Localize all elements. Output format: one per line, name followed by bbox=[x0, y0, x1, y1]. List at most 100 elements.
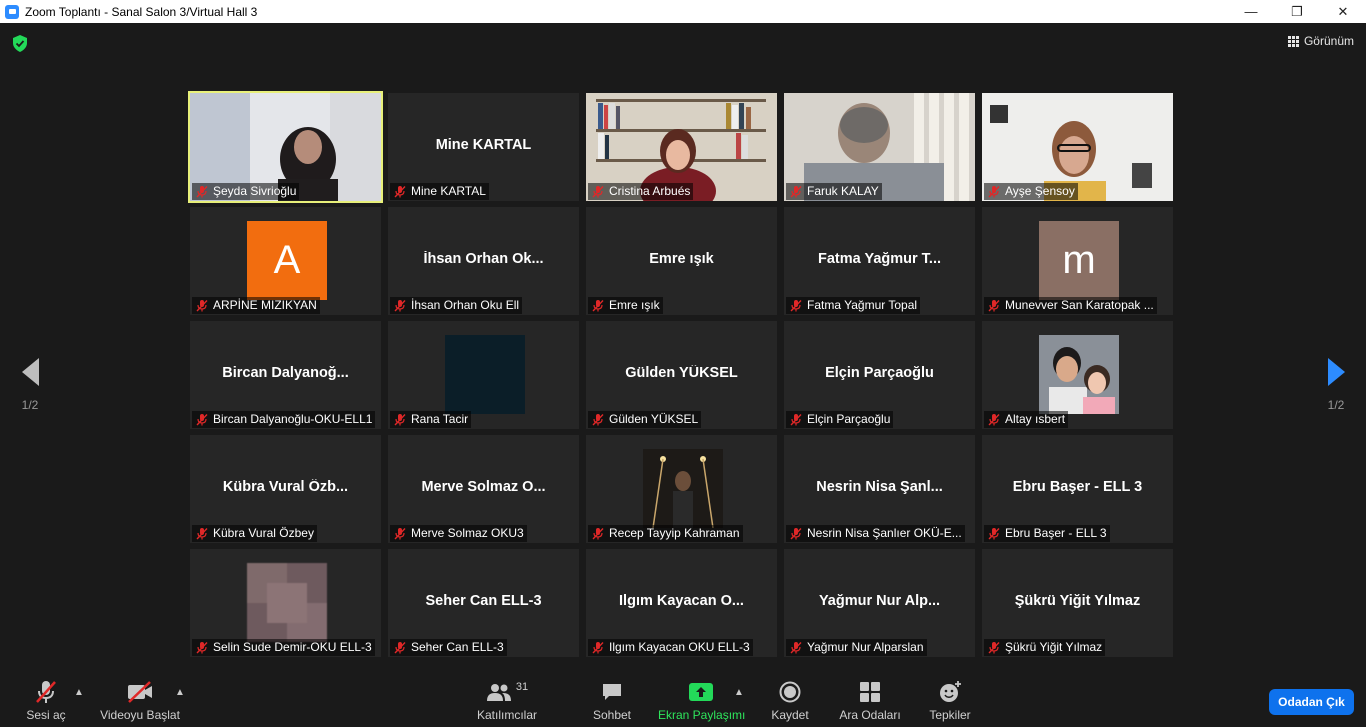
participant-tile[interactable]: Kübra Vural Özb... Kübra Vural Özbey bbox=[190, 435, 381, 543]
participant-tile[interactable]: A ARPİNE MIZIKYAN bbox=[190, 207, 381, 315]
meeting-toolbar: Sesi aç ▲ Videoyu Başlat ▲ 31 Katılımcıl… bbox=[0, 663, 1366, 727]
breakout-rooms-button[interactable]: Ara Odaları bbox=[836, 678, 904, 722]
participant-name-label: Mine KARTAL bbox=[390, 183, 489, 200]
participant-tile[interactable]: Şeyda Sivrioğlu bbox=[188, 91, 383, 203]
chat-label: Sohbet bbox=[592, 708, 632, 722]
participant-tile[interactable]: Yağmur Nur Alp... Yağmur Nur Alparslan bbox=[784, 549, 975, 657]
record-label: Kaydet bbox=[771, 708, 809, 722]
participants-button[interactable]: 31 Katılımcılar bbox=[474, 678, 540, 722]
reactions-emoji-icon bbox=[940, 681, 961, 702]
participant-name: Faruk KALAY bbox=[807, 184, 879, 198]
participant-tile[interactable]: Mine KARTAL Mine KARTAL bbox=[388, 93, 579, 201]
mic-muted-icon bbox=[987, 185, 1001, 198]
participant-name-label: Bircan Dalyanoğlu-OKU-ELL1 bbox=[192, 411, 376, 428]
video-options-caret-icon[interactable]: ▲ bbox=[175, 687, 185, 698]
unmute-button[interactable]: Sesi aç bbox=[24, 678, 68, 722]
mic-muted-icon bbox=[195, 527, 209, 540]
maximize-button[interactable]: ❐ bbox=[1274, 0, 1320, 23]
mic-muted-icon bbox=[591, 413, 605, 426]
gallery-grid: Şeyda Sivrioğlu Mine KARTAL Mine KARTAL Cri… bbox=[188, 91, 1176, 658]
prev-page-button[interactable]: 1/2 bbox=[10, 358, 50, 412]
participant-name-label: Rana Tacir bbox=[390, 411, 472, 428]
mic-muted-icon bbox=[393, 413, 407, 426]
participant-tile[interactable]: Nesrin Nisa Şanl... Nesrin Nisa Şanlıer O… bbox=[784, 435, 975, 543]
security-shield-icon[interactable] bbox=[12, 35, 28, 52]
participant-tile[interactable]: İhsan Orhan Ok... İhsan Orhan Oku Ell bbox=[388, 207, 579, 315]
participant-tile[interactable]: Şükrü Yiğit Yılmaz Şükrü Yiğit Yılmaz bbox=[982, 549, 1173, 657]
mic-muted-icon bbox=[591, 299, 605, 312]
view-label: Görünüm bbox=[1303, 34, 1354, 48]
participant-name-label: Ilgım Kayacan OKU ELL-3 bbox=[588, 639, 753, 656]
mic-muted-icon bbox=[987, 299, 1001, 312]
participant-name-label: Merve Solmaz OKU3 bbox=[390, 525, 527, 542]
leave-room-button[interactable]: Odadan Çık bbox=[1269, 689, 1354, 715]
participant-avatar: A bbox=[247, 221, 327, 300]
close-button[interactable]: ✕ bbox=[1320, 0, 1366, 23]
participant-name-label: Şükrü Yiğit Yılmaz bbox=[984, 639, 1106, 656]
participant-tile[interactable]: Rana Tacir bbox=[388, 321, 579, 429]
participant-tile[interactable]: Recep Tayyip Kahraman bbox=[586, 435, 777, 543]
participant-name: Ebru Başer - ELL 3 bbox=[1005, 526, 1107, 540]
mic-muted-icon bbox=[393, 527, 407, 540]
participant-tile[interactable]: Fatma Yağmur T... Fatma Yağmur Topal bbox=[784, 207, 975, 315]
participant-name-label: Selin Sude Demir-OKU ELL-3 bbox=[192, 639, 375, 656]
participant-name-label: Fatma Yağmur Topal bbox=[786, 297, 921, 314]
participant-name: Selin Sude Demir-OKU ELL-3 bbox=[213, 640, 372, 654]
participant-name-label: ARPİNE MIZIKYAN bbox=[192, 297, 320, 314]
mic-muted-icon bbox=[195, 185, 209, 198]
participant-name: Şükrü Yiğit Yılmaz bbox=[1005, 640, 1103, 654]
start-video-button[interactable]: Videoyu Başlat bbox=[100, 678, 180, 722]
audio-options-caret-icon[interactable]: ▲ bbox=[74, 687, 84, 698]
next-page-button[interactable]: 1/2 bbox=[1316, 358, 1356, 412]
record-icon bbox=[779, 681, 801, 703]
participant-tile[interactable]: Ebru Başer - ELL 3 Ebru Başer - ELL 3 bbox=[982, 435, 1173, 543]
participant-display-name: Yağmur Nur Alp... bbox=[818, 593, 941, 609]
title-bar: Zoom Toplantı - Sanal Salon 3/Virtual Ha… bbox=[0, 0, 1366, 23]
participant-tile[interactable]: Seher Can ELL-3 Seher Can ELL-3 bbox=[388, 549, 579, 657]
mic-muted-icon bbox=[591, 641, 605, 654]
participant-name: Ilgım Kayacan OKU ELL-3 bbox=[609, 640, 750, 654]
share-screen-icon bbox=[689, 683, 713, 701]
participant-name: Bircan Dalyanoğlu-OKU-ELL1 bbox=[213, 412, 373, 426]
breakout-rooms-icon bbox=[860, 682, 880, 702]
share-screen-label: Ekran Paylaşımı bbox=[658, 708, 746, 722]
participant-display-name: Bircan Dalyanoğ... bbox=[222, 365, 349, 381]
participant-tile[interactable]: Ayşe Şensoy bbox=[982, 93, 1173, 201]
participant-tile[interactable]: Bircan Dalyanoğ... Bircan Dalyanoğlu-OKU-… bbox=[190, 321, 381, 429]
participant-name: Şeyda Sivrioğlu bbox=[213, 184, 297, 198]
participant-tile[interactable]: Merve Solmaz O... Merve Solmaz OKU3 bbox=[388, 435, 579, 543]
participant-name: Rana Tacir bbox=[411, 412, 469, 426]
share-screen-button[interactable]: Ekran Paylaşımı bbox=[658, 678, 746, 722]
reactions-button[interactable]: Tepkiler bbox=[926, 678, 974, 722]
view-button[interactable]: Görünüm bbox=[1287, 34, 1354, 48]
participant-tile[interactable]: Cristina Arbués bbox=[586, 93, 777, 201]
participant-profile-photo bbox=[445, 335, 525, 414]
participant-tile[interactable]: Elçin Parçaoğlu Elçin Parçaoğlu bbox=[784, 321, 975, 429]
mic-muted-icon bbox=[789, 527, 803, 540]
share-options-caret-icon[interactable]: ▲ bbox=[734, 687, 744, 698]
participant-tile[interactable]: Gülden YÜKSEL Gülden YÜKSEL bbox=[586, 321, 777, 429]
chat-button[interactable]: Sohbet bbox=[590, 678, 634, 722]
participant-display-name: Ebru Başer - ELL 3 bbox=[1012, 479, 1143, 495]
participant-name-label: Emre ışık bbox=[588, 297, 663, 314]
video-off-icon bbox=[128, 681, 152, 703]
participant-name: Ayşe Şensoy bbox=[1005, 184, 1075, 198]
participant-name: Yağmur Nur Alparslan bbox=[807, 640, 924, 654]
minimize-button[interactable]: — bbox=[1228, 0, 1274, 23]
participant-tile[interactable]: m Munevver San Karatopak ... bbox=[982, 207, 1173, 315]
record-button[interactable]: Kaydet bbox=[768, 678, 812, 722]
mic-muted-icon bbox=[789, 299, 803, 312]
mic-muted-icon bbox=[393, 299, 407, 312]
participant-tile[interactable]: Emre ışık Emre ışık bbox=[586, 207, 777, 315]
participant-name: Elçin Parçaoğlu bbox=[807, 412, 891, 426]
participant-tile[interactable]: Altay ısbert bbox=[982, 321, 1173, 429]
participant-display-name: Seher Can ELL-3 bbox=[425, 593, 542, 609]
participant-name-label: Faruk KALAY bbox=[786, 183, 882, 200]
chat-bubble-icon bbox=[603, 684, 621, 700]
participant-name-label: Gülden YÜKSEL bbox=[588, 411, 702, 428]
participant-tile[interactable]: Faruk KALAY bbox=[784, 93, 975, 201]
mic-muted-icon bbox=[987, 527, 1001, 540]
gallery-grid-icon bbox=[1287, 35, 1299, 47]
participant-tile[interactable]: Selin Sude Demir-OKU ELL-3 bbox=[190, 549, 381, 657]
participant-tile[interactable]: Ilgım Kayacan O... Ilgım Kayacan OKU ELL-… bbox=[586, 549, 777, 657]
